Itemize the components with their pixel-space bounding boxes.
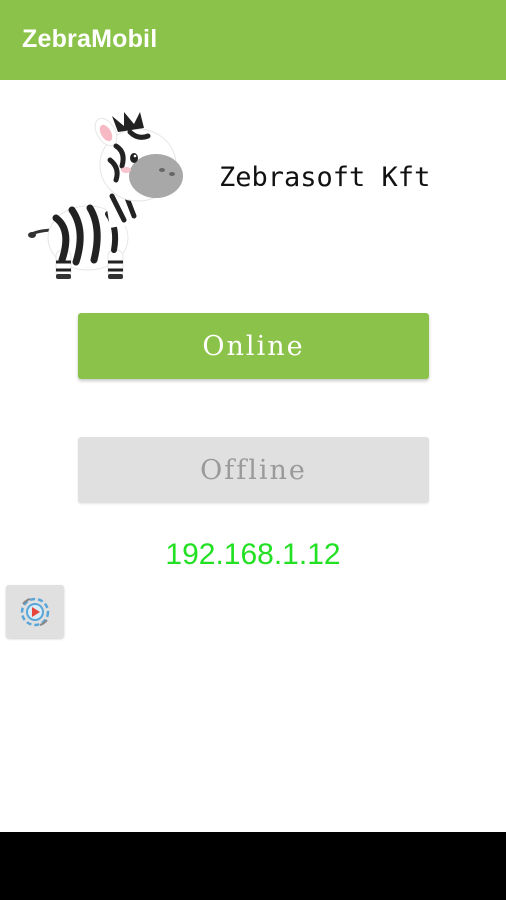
company-name: Zebrasoft Kft [219,162,431,193]
main-content: Zebrasoft Kft Online Offline 192.168.1.1… [0,80,506,832]
app-bar: ZebraMobil [0,0,506,80]
settings-button[interactable] [6,585,64,638]
system-navigation-bar [0,832,506,900]
gear-icon [20,597,50,626]
online-button[interactable]: Online [78,313,429,379]
zebra-icon [28,112,183,279]
ip-address: 192.168.1.12 [165,538,341,571]
offline-button[interactable]: Offline [78,437,429,503]
app-title: ZebraMobil [22,25,158,53]
